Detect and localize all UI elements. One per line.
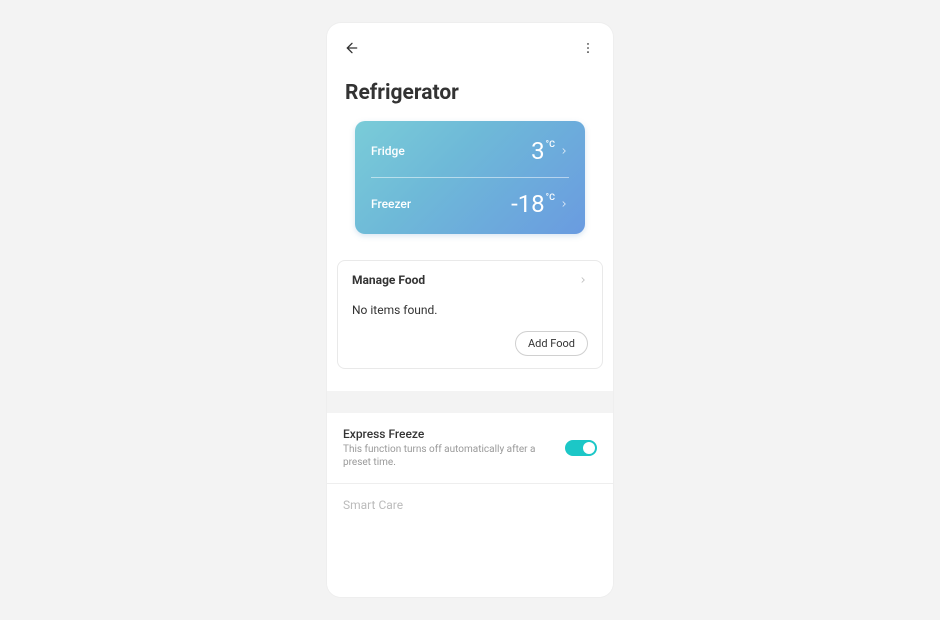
express-freeze-toggle[interactable]	[565, 440, 597, 456]
section-divider	[327, 391, 613, 413]
freezer-row[interactable]: Freezer -18°C	[371, 178, 569, 216]
page-title: Refrigerator	[327, 59, 613, 121]
fridge-label: Fridge	[371, 144, 405, 158]
more-button[interactable]	[577, 37, 599, 59]
manage-food-empty-text: No items found.	[352, 287, 588, 317]
back-button[interactable]	[341, 37, 363, 59]
header-bar	[327, 23, 613, 59]
smart-care-row[interactable]: Smart Care	[327, 484, 613, 526]
express-freeze-title: Express Freeze	[343, 427, 555, 441]
fridge-value: 3°C	[531, 139, 555, 163]
chevron-right-icon	[559, 199, 569, 209]
freezer-value: -18°C	[511, 192, 555, 216]
app-frame: Refrigerator Fridge 3°C Freezer -18°C M	[327, 23, 613, 597]
express-freeze-desc: This function turns off automatically af…	[343, 441, 555, 469]
manage-food-actions: Add Food	[352, 317, 588, 356]
fridge-row[interactable]: Fridge 3°C	[371, 139, 569, 177]
express-freeze-text: Express Freeze This function turns off a…	[343, 427, 555, 469]
chevron-right-icon	[578, 275, 588, 285]
freezer-label: Freezer	[371, 197, 411, 211]
fridge-value-wrap: 3°C	[531, 139, 569, 163]
temperature-card: Fridge 3°C Freezer -18°C	[355, 121, 585, 234]
more-vertical-icon	[581, 41, 595, 55]
smart-care-label: Smart Care	[343, 498, 403, 512]
add-food-button[interactable]: Add Food	[515, 331, 588, 356]
arrow-left-icon	[344, 40, 360, 56]
freezer-value-wrap: -18°C	[511, 192, 569, 216]
manage-food-header[interactable]: Manage Food	[352, 273, 588, 287]
manage-food-title: Manage Food	[352, 273, 425, 287]
manage-food-card: Manage Food No items found. Add Food	[337, 260, 603, 369]
chevron-right-icon	[559, 146, 569, 156]
express-freeze-row: Express Freeze This function turns off a…	[327, 413, 613, 484]
